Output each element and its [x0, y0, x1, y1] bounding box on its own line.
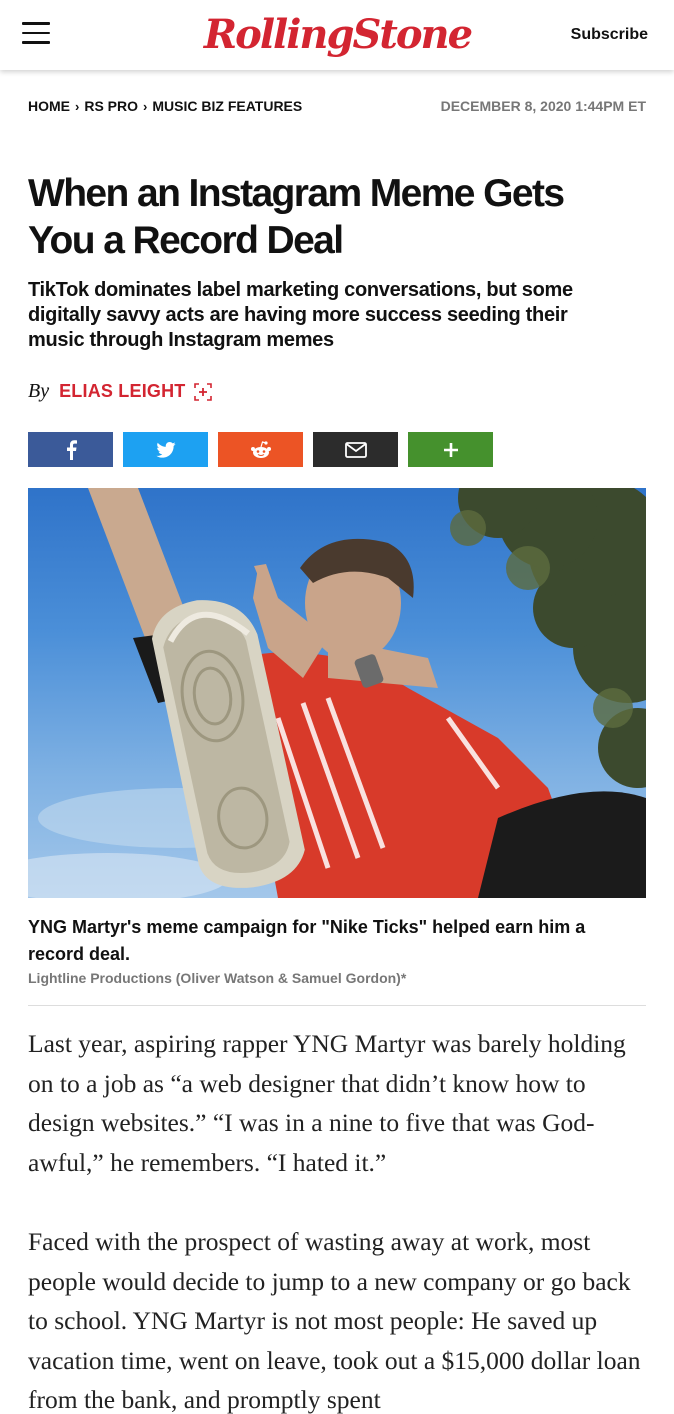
subscribe-button[interactable]: Subscribe — [571, 26, 648, 44]
facebook-icon — [66, 439, 77, 460]
hero-photo — [28, 488, 646, 898]
article-body: Last year, aspiring rapper YNG Martyr wa… — [28, 1024, 648, 1414]
chevron-right-icon: › — [143, 98, 148, 114]
more-plus-icon — [443, 442, 458, 457]
share-bar — [28, 432, 493, 467]
breadcrumb-rs-pro[interactable]: RS PRO — [84, 98, 138, 114]
rolling-stone-logo[interactable]: RollingStone — [200, 8, 475, 62]
hamburger-menu-icon[interactable] — [22, 22, 50, 48]
chevron-right-icon: › — [75, 98, 80, 114]
follow-plus-icon[interactable] — [193, 382, 212, 401]
twitter-icon — [155, 441, 176, 458]
share-twitter-button[interactable] — [123, 432, 208, 467]
breadcrumb: HOME › RS PRO › MUSIC BIZ FEATURES — [28, 98, 302, 114]
photo-caption: YNG Martyr's meme campaign for "Nike Tic… — [28, 917, 586, 964]
divider — [28, 1005, 646, 1006]
body-paragraph: Last year, aspiring rapper YNG Martyr wa… — [28, 1029, 626, 1177]
share-more-button[interactable] — [408, 432, 493, 467]
reddit-icon — [250, 440, 271, 458]
publish-date: DECEMBER 8, 2020 1:44PM ET — [440, 98, 646, 114]
body-paragraph: Faced with the prospect of wasting away … — [28, 1227, 641, 1414]
byline: By ELIAS LEIGHT — [28, 380, 212, 403]
byline-prefix: By — [28, 380, 50, 402]
article-dek: TikTok dominates label marketing convers… — [28, 279, 573, 351]
breadcrumb-music-biz-features[interactable]: MUSIC BIZ FEATURES — [152, 98, 302, 114]
share-facebook-button[interactable] — [28, 432, 113, 467]
photo-credit: Lightline Productions (Oliver Watson & S… — [28, 970, 407, 986]
site-header: RollingStone Subscribe — [0, 0, 674, 70]
email-icon — [344, 441, 367, 458]
hero-photo-illustration — [28, 488, 646, 898]
author-link[interactable]: ELIAS LEIGHT — [59, 381, 185, 402]
article-headline: When an Instagram Meme Gets You a Record… — [28, 172, 565, 262]
breadcrumb-home[interactable]: HOME — [28, 98, 70, 114]
share-reddit-button[interactable] — [218, 432, 303, 467]
share-email-button[interactable] — [313, 432, 398, 467]
